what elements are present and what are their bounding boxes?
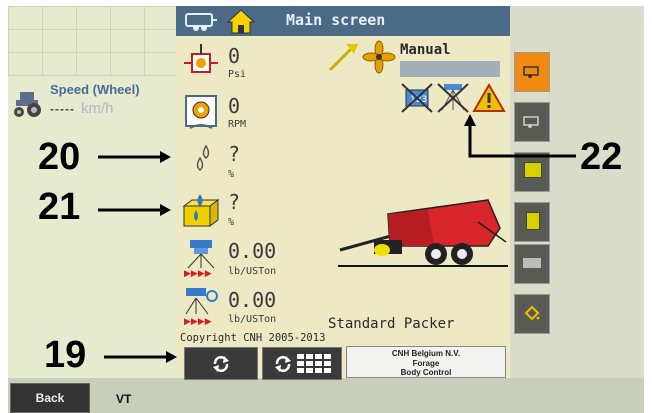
- rate2-value: 0.00: [228, 288, 277, 312]
- moisture-value: ?: [228, 142, 241, 166]
- callout-22: 22: [580, 136, 623, 178]
- cnh-line-3: Body Control: [400, 368, 452, 377]
- pressure-unit: Psi: [228, 69, 247, 80]
- bale-moisture-icon: [182, 194, 220, 227]
- callout-20-arrow: [98, 151, 171, 163]
- page-title: Main screen: [286, 11, 386, 29]
- cnh-line-2: Forage: [412, 358, 440, 368]
- refresh-icon: [275, 355, 291, 372]
- softkey-main-baler[interactable]: [514, 52, 550, 92]
- bale-count-disabled-icon: 123: [401, 83, 433, 113]
- rate1-unit: lb/USTon: [228, 266, 277, 277]
- baler-small-icon: [185, 13, 217, 31]
- help-softkey-icon: [524, 162, 542, 178]
- diamond-menu-icon: [524, 305, 540, 321]
- rpm-unit: RPM: [228, 119, 247, 130]
- rate2-unit: lb/USTon: [228, 314, 277, 325]
- pressure-value: 0: [228, 44, 241, 68]
- knotter-icon: [328, 44, 358, 72]
- svg-text:▶▶▶▶: ▶▶▶▶: [184, 269, 212, 278]
- preservative-rate-icon: ▶▶▶▶: [184, 240, 215, 278]
- mode-label: Manual: [400, 42, 451, 58]
- cnh-info-box: CNH Belgium N.V. Forage Body Control: [346, 346, 506, 378]
- refresh-button[interactable]: [184, 347, 258, 380]
- machine-type-label: Standard Packer: [328, 316, 455, 332]
- svg-text:▶▶▶▶: ▶▶▶▶: [184, 317, 212, 326]
- rate1-value: 0.00: [228, 239, 277, 263]
- bale-moisture-unit: %: [228, 217, 235, 228]
- callout-22-arrow: [464, 114, 576, 158]
- counter-softkey-icon: [523, 258, 541, 268]
- title-bar: Main screen: [176, 6, 510, 36]
- refresh-layout-button[interactable]: [262, 347, 342, 380]
- bale-moisture-value: ?: [228, 190, 241, 214]
- rpm-value: 0: [228, 94, 241, 118]
- callout-20: 20: [38, 136, 81, 178]
- fan-icon: [362, 40, 396, 74]
- softkey-info[interactable]: [514, 202, 550, 242]
- info-softkey-icon: [526, 212, 540, 230]
- grid-layout-icon: [297, 353, 331, 373]
- applicator-disabled-icon: [437, 83, 469, 113]
- callout-19: 19: [44, 334, 87, 376]
- softkey-counter[interactable]: [514, 244, 550, 284]
- softkey-more[interactable]: [514, 294, 550, 334]
- home-icon[interactable]: [226, 8, 256, 34]
- mode-bar: [400, 61, 500, 77]
- rpm-gear-icon: [185, 95, 217, 129]
- cnh-line-1: CNH Belgium N.V.: [391, 349, 461, 358]
- callout-21-arrow: [98, 204, 171, 216]
- warning-icon[interactable]: [472, 82, 506, 114]
- pressure-icon: [184, 44, 218, 73]
- copyright-text: Copyright CNH 2005-2013: [180, 332, 326, 344]
- callout-21: 21: [38, 186, 81, 228]
- moisture-unit: %: [228, 169, 235, 180]
- moisture-drops-icon: [196, 144, 210, 171]
- baler-softkey-icon: [523, 66, 539, 78]
- callout-19-arrow: [104, 351, 177, 363]
- preservative-rate-2-icon: ▶▶▶▶: [184, 288, 218, 326]
- refresh-icon: [213, 355, 229, 372]
- baler-image: [338, 199, 508, 267]
